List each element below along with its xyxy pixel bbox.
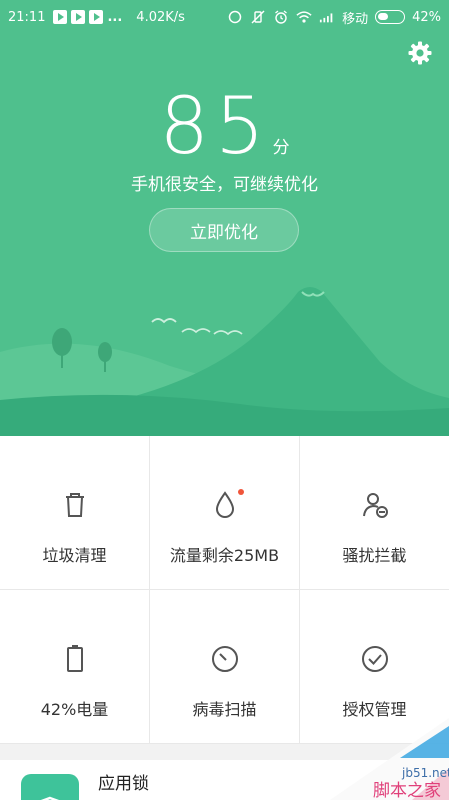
- shield-lock-icon: [21, 774, 79, 800]
- tile-label: 病毒扫描: [192, 700, 257, 719]
- signal-icon: [319, 9, 335, 25]
- tile-label: 骚扰拦截: [342, 546, 407, 565]
- site-watermark: jb51.net 脚本之家: [330, 718, 449, 800]
- notification-video-icon: [53, 10, 68, 24]
- hero-panel: 21:11 ... 4.02K/s 移动 42% 85 分 手机很安全，可继续优…: [0, 0, 449, 436]
- tile-label: 流量剩余25MB: [169, 546, 280, 565]
- notification-video-icon: [89, 10, 104, 24]
- virus-scan-icon: [211, 646, 238, 672]
- score-unit: 分: [272, 138, 290, 158]
- settings-gear-icon[interactable]: [407, 40, 433, 66]
- tile-virus-scan[interactable]: 病毒扫描: [150, 590, 300, 744]
- sync-icon: [227, 9, 243, 25]
- data-drop-icon: [215, 491, 234, 518]
- vibrate-off-icon: [250, 9, 266, 25]
- status-time: 21:11: [8, 9, 46, 25]
- alarm-icon: [273, 9, 289, 25]
- notification-video-icon: [71, 10, 86, 24]
- watermark-site: jb51.net: [401, 766, 449, 780]
- landscape-illustration: [0, 287, 449, 436]
- tile-battery[interactable]: 42%电量: [0, 590, 150, 744]
- score-value: 85: [159, 82, 271, 172]
- security-message: 手机很安全，可继续优化: [131, 175, 318, 195]
- trash-icon: [65, 493, 84, 517]
- tile-label: 垃圾清理: [42, 546, 107, 565]
- battery-icon: [66, 645, 83, 672]
- tile-junk-clean[interactable]: 垃圾清理: [0, 436, 150, 590]
- status-bar: 21:11 ... 4.02K/s 移动 42%: [0, 0, 449, 34]
- feature-grid: 垃圾清理 流量剩余25MB 骚扰拦截 42%电量 病毒扫描 授权管理: [0, 436, 449, 744]
- block-user-icon: [362, 493, 388, 518]
- security-score: 85 分: [0, 82, 449, 172]
- unread-dot-badge: [238, 489, 244, 495]
- permission-check-icon: [361, 646, 388, 672]
- watermark-name: 脚本之家: [373, 781, 441, 800]
- battery-level-fill: [378, 13, 389, 20]
- wifi-icon: [296, 9, 312, 25]
- carrier-name: 移动: [342, 11, 369, 27]
- battery-icon: [375, 10, 406, 24]
- optimize-now-button[interactable]: 立即优化: [149, 208, 299, 252]
- tile-data-usage[interactable]: 流量剩余25MB: [150, 436, 300, 590]
- tile-label: 授权管理: [342, 700, 407, 719]
- app-lock-label: 应用锁: [98, 774, 149, 794]
- battery-percent: 42%: [412, 9, 441, 25]
- network-speed: 4.02K/s: [136, 9, 185, 25]
- tile-label: 42%电量: [40, 700, 109, 719]
- tile-harassment-block[interactable]: 骚扰拦截: [300, 436, 449, 590]
- more-notifications: ...: [107, 9, 123, 25]
